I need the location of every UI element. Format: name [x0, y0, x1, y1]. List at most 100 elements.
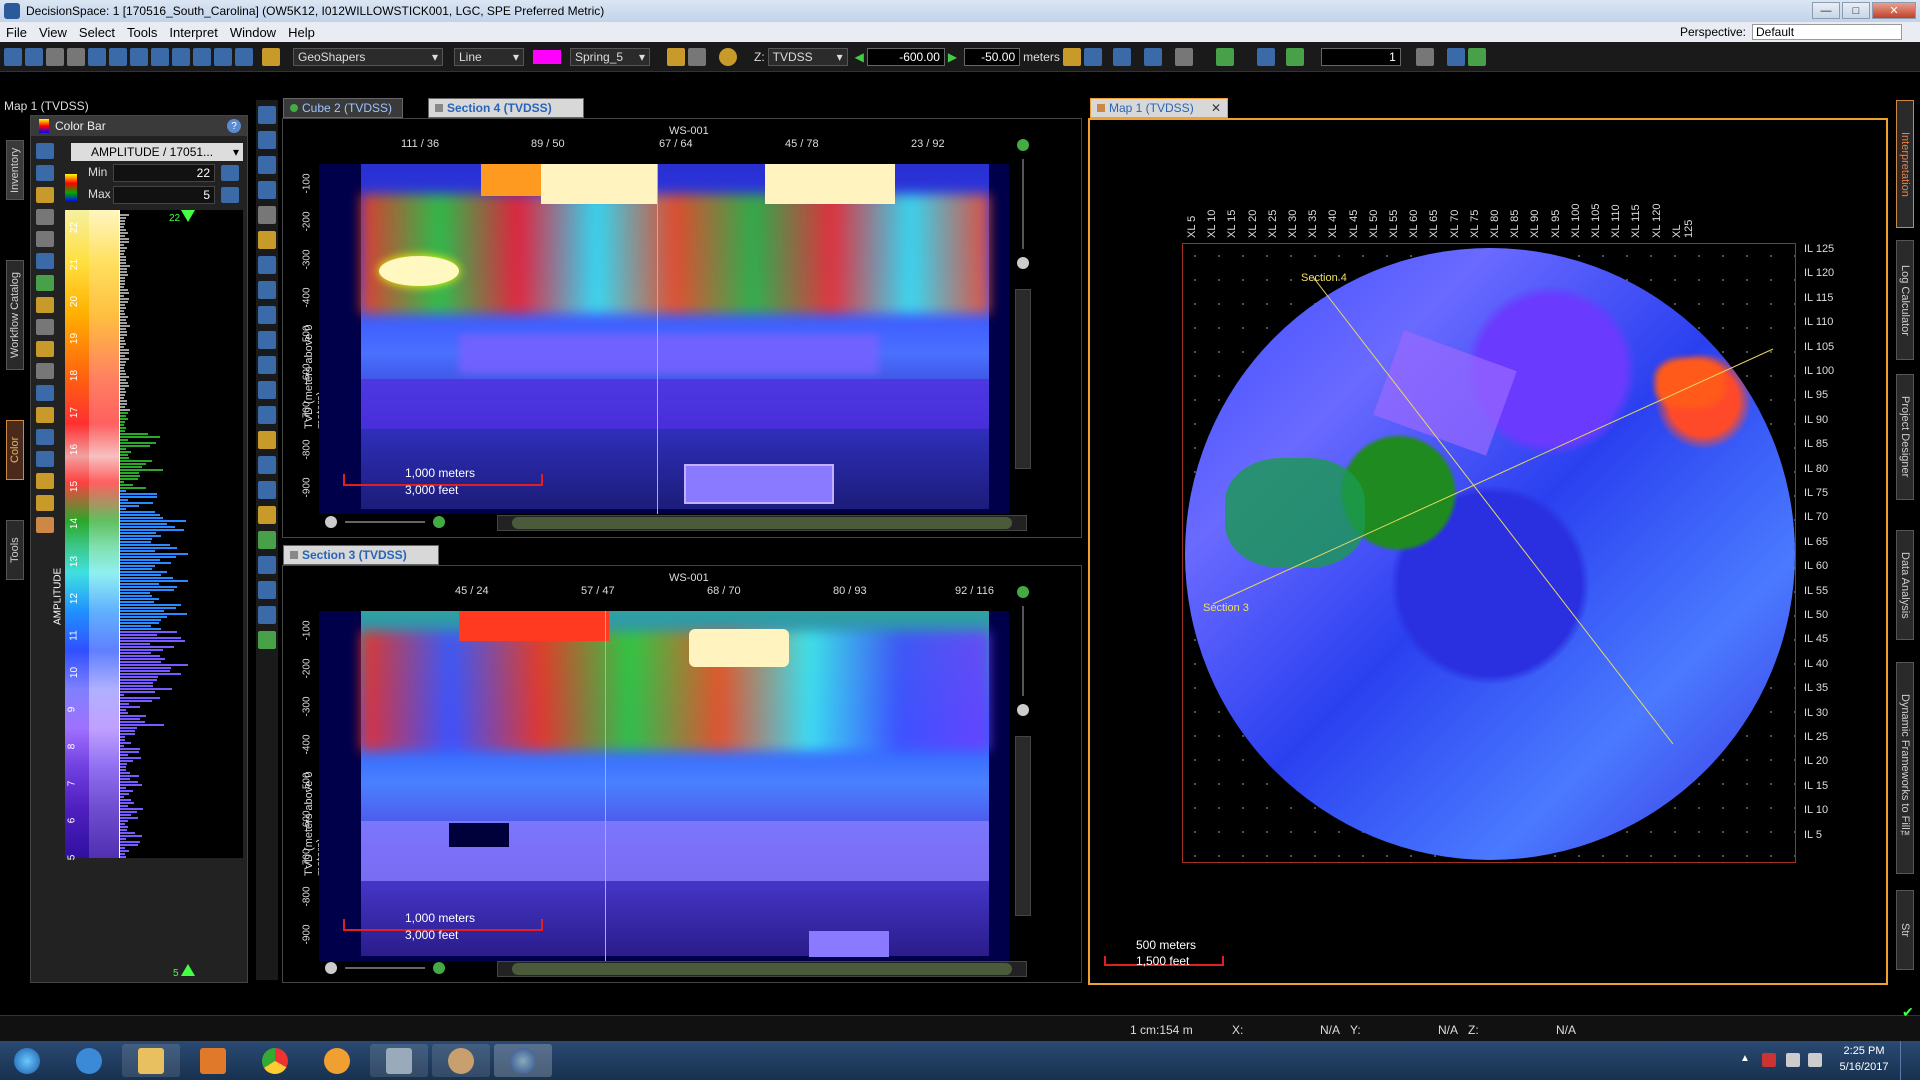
start-button[interactable] [2, 1044, 52, 1077]
magnify-icon[interactable] [258, 631, 276, 649]
tray-flag-icon[interactable] [1762, 1053, 1776, 1067]
menu-window[interactable]: Window [224, 25, 282, 40]
book-alt-icon[interactable] [36, 451, 54, 467]
domain-dropdown[interactable]: TVDSS ▾ [767, 47, 848, 66]
help-icon[interactable]: ? [227, 119, 241, 133]
scroll-thumb[interactable] [512, 517, 1012, 529]
vtab-log-calculator[interactable]: Log Calculator [1896, 240, 1914, 360]
link-icon[interactable] [88, 47, 106, 66]
zoom-in-icon[interactable] [1017, 586, 1029, 598]
zoom-out-icon[interactable] [1017, 704, 1029, 716]
tools-icon[interactable] [1112, 47, 1131, 66]
save-icon[interactable] [46, 47, 64, 66]
tab-cube-2[interactable]: Cube 2 (TVDSS) [283, 98, 403, 118]
colormap-dropdown[interactable]: Spring_5 ▾ [570, 47, 650, 66]
lock-icon[interactable] [36, 407, 54, 423]
zoom-in-icon[interactable] [1017, 139, 1029, 151]
vertical-scrollbar[interactable] [1015, 289, 1031, 469]
zoom-out-icon[interactable] [1017, 257, 1029, 269]
vtab-tools[interactable]: Tools [6, 520, 24, 580]
taskbar-paint[interactable] [432, 1044, 490, 1077]
pan-icon[interactable] [258, 256, 276, 274]
pencil-icon[interactable] [36, 341, 54, 357]
vtab-interpretation[interactable]: Interpretation [1896, 100, 1914, 228]
new-icon[interactable] [4, 47, 22, 66]
geoshapers-dropdown[interactable]: GeoShapers ▾ [293, 47, 443, 66]
refresh-min-icon[interactable] [221, 165, 239, 181]
step-forward-icon[interactable]: ▶ [948, 50, 957, 64]
crosshair-icon[interactable] [1467, 47, 1486, 66]
palette-icon[interactable] [36, 187, 54, 203]
stack-icon[interactable] [36, 473, 54, 489]
open-icon[interactable] [25, 47, 43, 66]
menu-select[interactable]: Select [73, 25, 121, 40]
horizontal-scrollbar[interactable] [497, 515, 1027, 531]
grid-icon[interactable] [1446, 47, 1465, 66]
pointer-icon[interactable] [36, 297, 54, 313]
measure-tool-icon[interactable] [1256, 47, 1275, 66]
vtab-inventory[interactable]: Inventory [6, 140, 24, 200]
min-input[interactable]: 22 [113, 164, 215, 182]
save-icon[interactable] [36, 143, 54, 159]
horizontal-scrollbar[interactable] [497, 961, 1027, 977]
window-icon[interactable] [258, 556, 276, 574]
vertical-scrollbar[interactable] [1015, 736, 1031, 916]
vtab-dynamic-frameworks[interactable]: Dynamic Frameworks to Fill™ [1896, 662, 1914, 874]
max-input[interactable]: 5 [113, 186, 215, 204]
redo-icon[interactable] [36, 231, 54, 247]
flip-icon[interactable] [36, 253, 54, 269]
vtab-project-designer[interactable]: Project Designer [1896, 374, 1914, 500]
taskbar-ie[interactable] [60, 1044, 118, 1077]
line-style-dropdown[interactable]: Line ▾ [454, 47, 524, 66]
measure-icon[interactable] [109, 47, 127, 66]
section-3-line[interactable] [1212, 348, 1774, 605]
maximize-button[interactable]: □ [1842, 2, 1870, 19]
book-icon[interactable] [36, 429, 54, 445]
top-marker-icon[interactable] [181, 210, 195, 222]
tray-volume-icon[interactable] [1808, 1053, 1822, 1067]
minimize-button[interactable]: — [1812, 2, 1840, 19]
depth-min-input[interactable]: -600.00 [866, 47, 945, 66]
taskbar-decisionspace[interactable] [494, 1044, 552, 1077]
scale-icon[interactable] [36, 385, 54, 401]
redo-icon[interactable] [688, 47, 706, 66]
taskbar-explorer[interactable] [122, 1044, 180, 1077]
show-desktop-button[interactable] [1900, 1041, 1920, 1080]
stack-alt-icon[interactable] [36, 495, 54, 511]
cube-icon[interactable] [172, 47, 190, 66]
flag-icon[interactable] [36, 517, 54, 533]
zoom-in-icon[interactable] [433, 516, 445, 528]
rotate-icon[interactable] [258, 181, 276, 199]
menu-interpret[interactable]: Interpret [163, 25, 223, 40]
slider-icon[interactable] [1415, 47, 1434, 66]
color-swatch[interactable] [533, 49, 561, 64]
zoom-out-icon[interactable] [258, 156, 276, 174]
zoom-in-icon[interactable] [433, 962, 445, 974]
attribute-dropdown[interactable]: AMPLITUDE / 17051... ▾ [71, 143, 243, 161]
zoom-out-icon[interactable] [325, 962, 337, 974]
line-icon[interactable] [258, 481, 276, 499]
vtab-color[interactable]: Color [6, 420, 24, 480]
menu-view[interactable]: View [33, 25, 73, 40]
bookmark-alt-icon[interactable] [1174, 47, 1193, 66]
pick-icon[interactable] [130, 47, 148, 66]
menu-file[interactable]: File [0, 25, 33, 40]
tray-date[interactable]: 5/16/2017 [1834, 1061, 1894, 1073]
select-icon[interactable] [258, 506, 276, 524]
tab-map-1[interactable]: Map 1 (TVDSS) ✕ [1090, 98, 1228, 118]
tray-network-icon[interactable] [1786, 1053, 1800, 1067]
depth-max-input[interactable]: -50.00 [964, 47, 1021, 66]
menu-tools[interactable]: Tools [121, 25, 163, 40]
image-icon[interactable] [258, 606, 276, 624]
close-tab-icon[interactable]: ✕ [1211, 101, 1221, 115]
histogram-icon[interactable] [36, 275, 54, 291]
zoom-box-icon[interactable] [258, 106, 276, 124]
fit-icon[interactable] [258, 231, 276, 249]
tab-section-4[interactable]: Section 4 (TVDSS) [428, 98, 584, 118]
export-icon[interactable] [258, 431, 276, 449]
undo-icon[interactable] [667, 47, 685, 66]
taskbar-media[interactable] [184, 1044, 242, 1077]
tray-time[interactable]: 2:25 PM [1834, 1045, 1894, 1057]
scroll-thumb[interactable] [512, 963, 1012, 975]
refresh-icon[interactable] [36, 165, 54, 181]
